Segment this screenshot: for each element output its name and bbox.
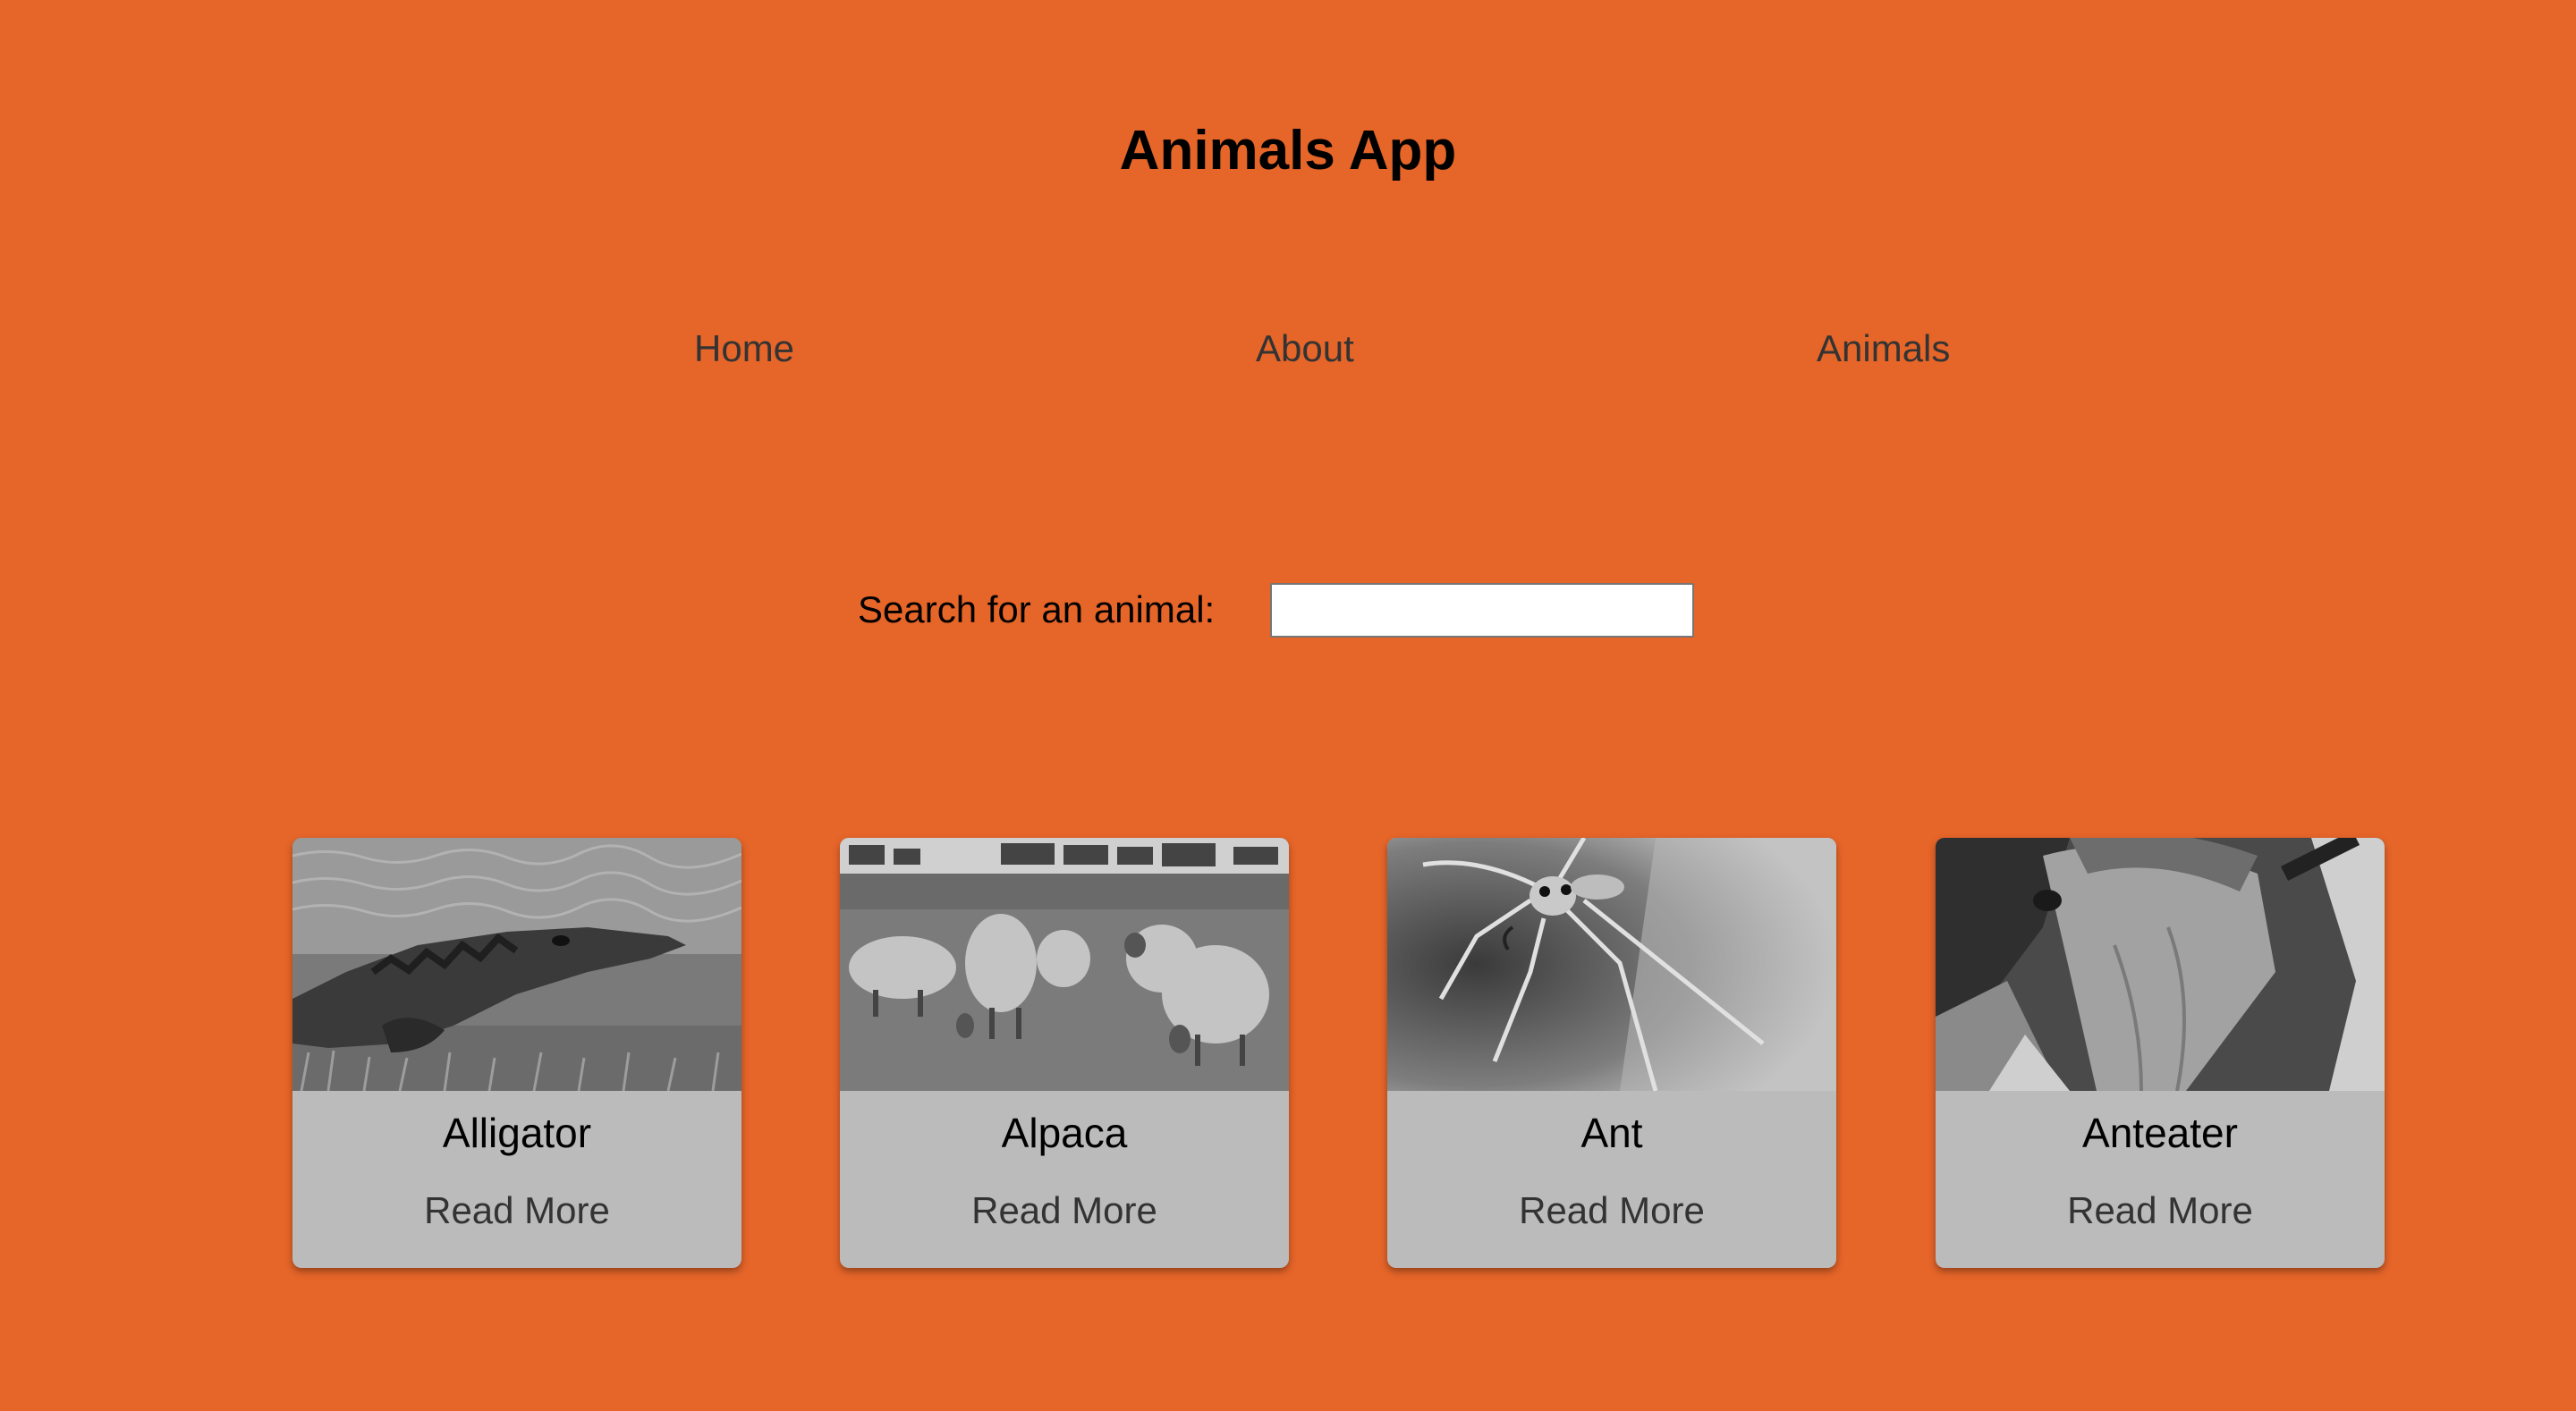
animal-card-alpaca: Alpaca Read More (840, 838, 1289, 1268)
nav-link-home[interactable]: Home (694, 322, 794, 376)
animal-card-anteater: Anteater Read More (1936, 838, 2385, 1268)
card-title: Ant (1580, 1110, 1643, 1156)
read-more-link[interactable]: Read More (292, 1184, 741, 1238)
alligator-image (292, 838, 741, 1091)
app-title: Animals App (1119, 120, 1457, 182)
page: Animals App Home About Animals Search fo… (0, 0, 2576, 1411)
card-title: Alpaca (1001, 1110, 1128, 1156)
nav-link-about[interactable]: About (1256, 322, 1354, 376)
search-label: Search for an animal: (858, 588, 1216, 630)
read-more-link[interactable]: Read More (1936, 1184, 2385, 1238)
read-more-link[interactable]: Read More (840, 1184, 1289, 1238)
anteater-image (1936, 838, 2385, 1091)
card-title: Anteater (2082, 1110, 2238, 1156)
card-title: Alligator (442, 1110, 592, 1156)
animal-card-alligator: Alligator Read More (292, 838, 741, 1268)
nav-link-animals[interactable]: Animals (1817, 322, 1950, 376)
animal-card-ant: Ant Read More (1387, 838, 1836, 1268)
search-input[interactable] (1270, 583, 1694, 638)
read-more-link[interactable]: Read More (1387, 1184, 1836, 1238)
alpaca-image (840, 838, 1289, 1091)
ant-image (1387, 838, 1836, 1091)
